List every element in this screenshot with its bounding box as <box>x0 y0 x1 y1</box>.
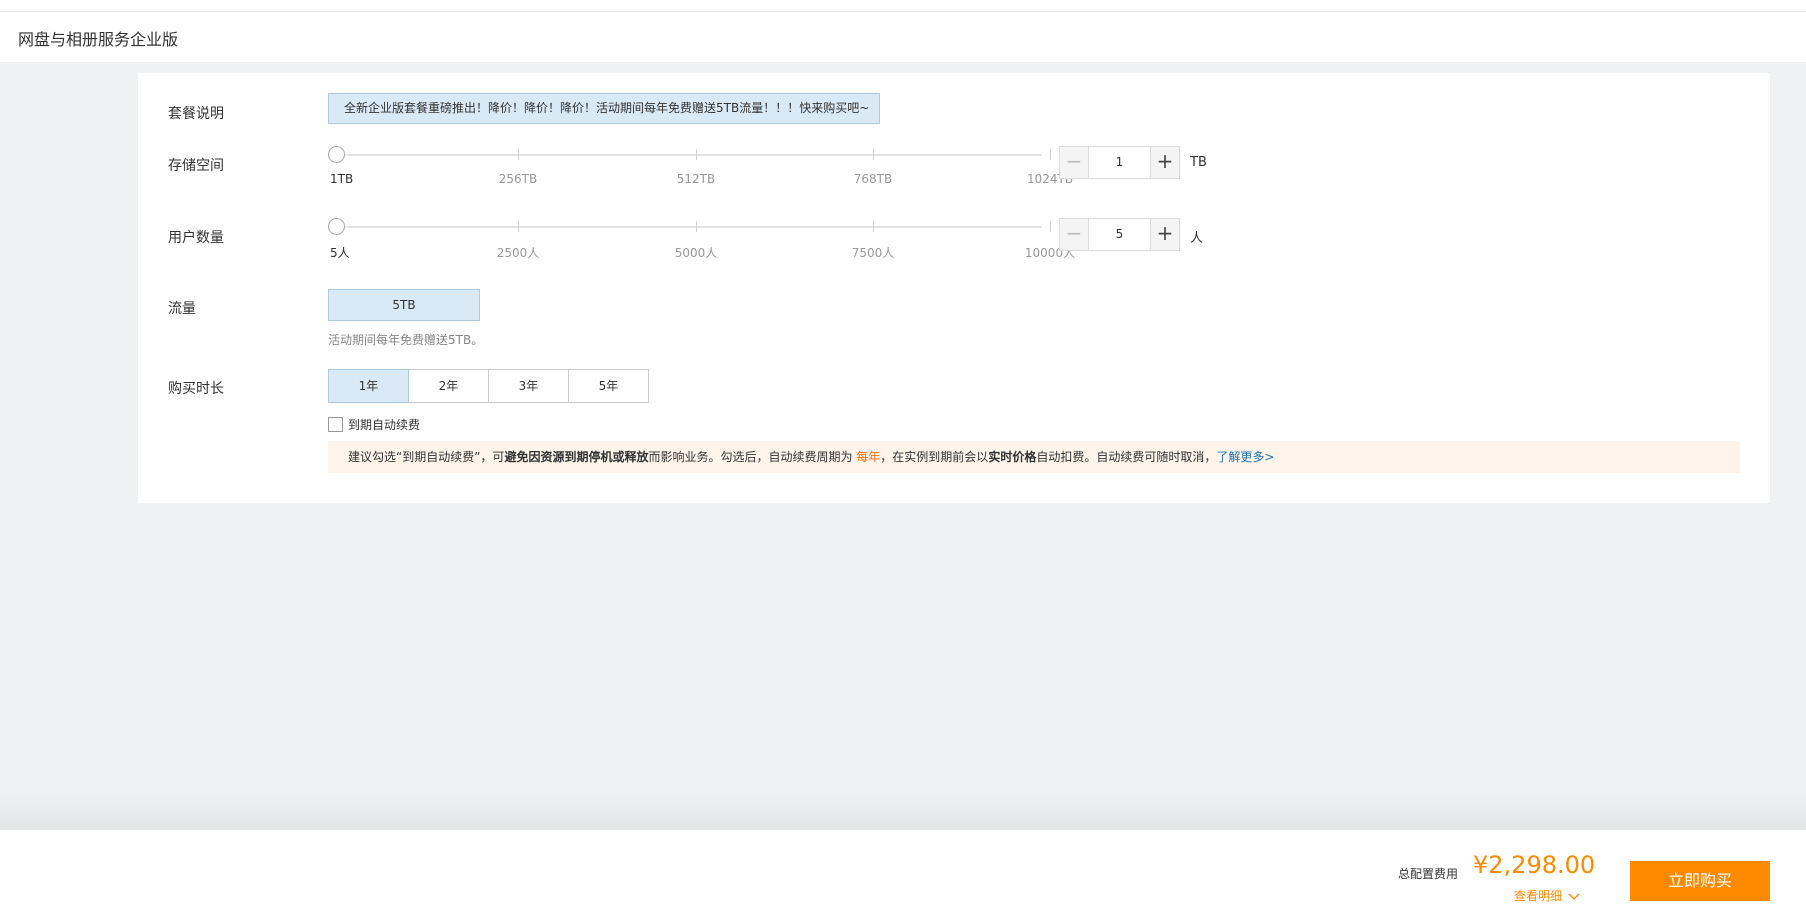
chevron-down-icon <box>1568 893 1580 900</box>
users-decrement-button[interactable]: − <box>1060 219 1089 250</box>
duration-label: 购买时长 <box>168 381 224 397</box>
users-tick-label: 7500人 <box>851 246 895 260</box>
users-tick-label: 5人 <box>330 246 350 260</box>
storage-slider-tick <box>1050 149 1051 160</box>
users-stepper: − 5 + <box>1059 218 1180 251</box>
auto-renew-label: 到期自动续费 <box>348 418 421 432</box>
storage-stepper: − 1 + <box>1059 146 1180 179</box>
page-header: 网盘与相册服务企业版 <box>0 12 1806 62</box>
users-slider-tick <box>873 221 874 232</box>
tip-bold-text: 实时价格 <box>988 450 1037 464</box>
users-slider[interactable]: 5人 2500人 5000人 7500人 10000人 <box>328 211 1075 261</box>
duration-option-2y[interactable]: 2年 <box>408 369 489 403</box>
view-details-link[interactable]: 查看明细 <box>1514 887 1580 904</box>
tip-text: ，在实例到期前会以 <box>880 450 989 464</box>
traffic-note: 活动期间每年免费赠送5TB。 <box>328 333 484 347</box>
users-tick-label: 2500人 <box>496 246 540 260</box>
users-increment-button[interactable]: + <box>1150 219 1179 250</box>
total-price: ¥2,298.00 <box>1473 851 1596 879</box>
users-slider-tick <box>1050 221 1051 232</box>
storage-tick-label: 512TB <box>676 172 716 186</box>
storage-tick-label: 768TB <box>853 172 893 186</box>
tip-period: 每年 <box>856 450 881 464</box>
duration-selector: 1年 2年 3年 5年 <box>328 369 649 403</box>
storage-slider-handle[interactable] <box>328 146 345 163</box>
traffic-label: 流量 <box>168 301 196 317</box>
users-slider-tick <box>696 221 697 232</box>
storage-slider-tick <box>518 149 519 160</box>
config-panel: 套餐说明 全新企业版套餐重磅推出！降价！降价！降价！活动期间每年免费赠送5TB流… <box>138 73 1770 503</box>
storage-unit: TB <box>1190 155 1207 170</box>
checkout-bar: 总配置费用 ¥2,298.00 查看明细 立即购买 <box>0 830 1806 913</box>
storage-decrement-button[interactable]: − <box>1060 147 1089 178</box>
auto-renew-tip: 建议勾选“到期自动续费”，可避免因资源到期停机或释放而影响业务。勾选后，自动续费… <box>328 441 1740 473</box>
duration-option-5y[interactable]: 5年 <box>568 369 649 403</box>
footer-shadow <box>0 790 1806 830</box>
storage-tick-label: 1TB <box>330 172 354 186</box>
storage-slider-track[interactable] <box>336 154 1042 156</box>
package-label: 套餐说明 <box>168 106 224 122</box>
storage-input[interactable]: 1 <box>1089 147 1150 178</box>
users-unit: 人 <box>1190 231 1204 246</box>
storage-slider-tick <box>696 149 697 160</box>
storage-tick-label: 256TB <box>498 172 538 186</box>
package-notice: 全新企业版套餐重磅推出！降价！降价！降价！活动期间每年免费赠送5TB流量！！！快… <box>328 93 880 124</box>
storage-slider-tick <box>873 149 874 160</box>
auto-renew-checkbox[interactable] <box>328 417 343 432</box>
users-input[interactable]: 5 <box>1089 219 1150 250</box>
users-slider-tick <box>518 221 519 232</box>
users-tick-label: 5000人 <box>674 246 718 260</box>
tip-text: 建议勾选“到期自动续费”，可 <box>348 450 505 464</box>
top-bar <box>0 0 1806 12</box>
tip-bold-text: 避免因资源到期停机或释放 <box>504 450 649 464</box>
storage-label: 存储空间 <box>168 158 224 174</box>
users-slider-handle[interactable] <box>328 218 345 235</box>
users-label: 用户数量 <box>168 230 224 246</box>
storage-increment-button[interactable]: + <box>1150 147 1179 178</box>
buy-now-button[interactable]: 立即购买 <box>1630 861 1770 901</box>
traffic-option[interactable]: 5TB <box>328 289 480 321</box>
learn-more-link[interactable]: 了解更多> <box>1216 450 1274 464</box>
view-details-label: 查看明细 <box>1514 889 1563 903</box>
storage-slider[interactable]: 1TB 256TB 512TB 768TB 1024TB <box>328 139 1073 189</box>
tip-text: 自动扣费。自动续费可随时取消， <box>1036 450 1217 464</box>
page-title: 网盘与相册服务企业版 <box>18 30 179 49</box>
duration-option-1y[interactable]: 1年 <box>328 369 409 403</box>
tip-text: 而影响业务。勾选后，自动续费周期为 <box>648 450 857 464</box>
total-label: 总配置费用 <box>1398 867 1459 881</box>
duration-option-3y[interactable]: 3年 <box>488 369 569 403</box>
auto-renew[interactable]: 到期自动续费 <box>328 416 420 433</box>
users-slider-track[interactable] <box>336 226 1042 228</box>
